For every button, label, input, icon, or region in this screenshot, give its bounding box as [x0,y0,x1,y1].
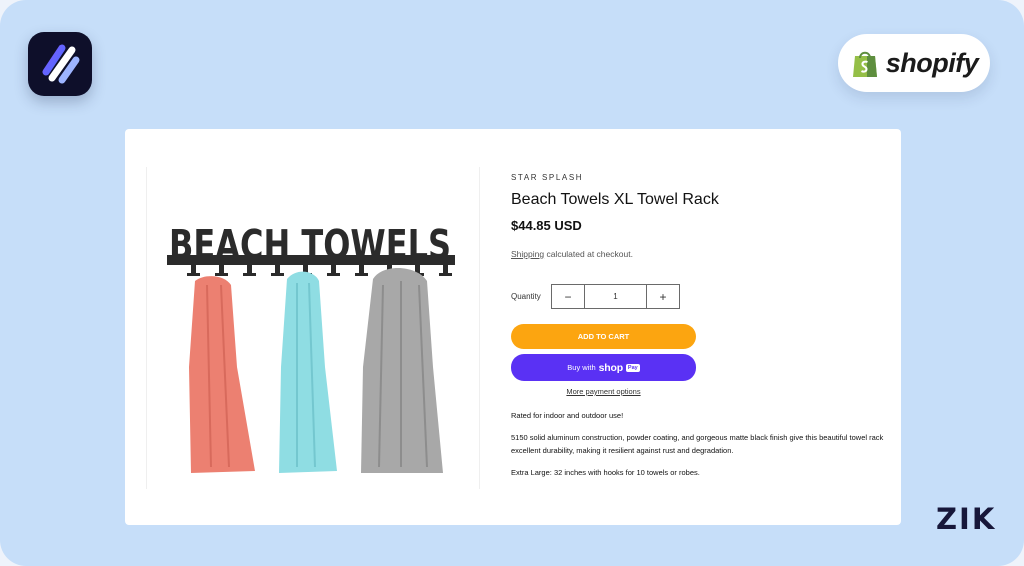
shipping-link[interactable]: Shipping [511,249,544,259]
shopify-badge: shopify [838,34,990,92]
shopify-bag-icon [852,51,877,77]
pay-badge: Pay [625,363,640,372]
decrement-button[interactable]: − [552,285,584,308]
shipping-note: Shipping calculated at checkout. [511,249,891,259]
product-image[interactable]: BEACH TOWELS [146,167,480,489]
stripes-logo-icon [42,44,80,84]
stage-background: shopify ZIK BEACH TOWELS STAR SPLASH Bea… [0,0,1024,566]
towel-rack-image: BEACH TOWELS [167,221,455,473]
quantity-label: Quantity [511,292,541,301]
product-card: BEACH TOWELS STAR SPLASH Beach Towels XL… [125,129,901,525]
product-description: Rated for indoor and outdoor use! 5150 s… [511,409,891,488]
app-logo [28,32,92,96]
product-price: $44.85 USD [511,218,582,233]
shipping-text: calculated at checkout. [544,249,633,259]
description-paragraph: Rated for indoor and outdoor use! [511,411,624,420]
buy-with-label: Buy with [567,363,596,372]
product-title: Beach Towels XL Towel Rack [511,191,719,208]
shopify-wordmark: shopify [885,47,979,78]
shop-pay-button[interactable]: Buy with shop Pay [511,354,696,381]
increment-button[interactable]: + [647,285,679,308]
description-paragraph: 5150 solid aluminum construction, powder… [511,433,884,455]
shop-wordmark: shop [598,361,623,374]
zik-mark: ZIK [936,502,997,536]
add-to-cart-button[interactable]: ADD TO CART [511,324,696,349]
vendor-name: STAR SPLASH [511,173,584,182]
quantity-stepper: − 1 + [551,284,680,309]
description-paragraph: Extra Large: 32 inches with hooks for 10… [511,468,700,477]
product-info: STAR SPLASH Beach Towels XL Towel Rack $… [511,173,891,477]
quantity-input[interactable]: 1 [584,285,647,308]
more-payment-options-link[interactable]: More payment options [511,387,696,396]
quantity-row: Quantity − 1 + [511,284,680,309]
